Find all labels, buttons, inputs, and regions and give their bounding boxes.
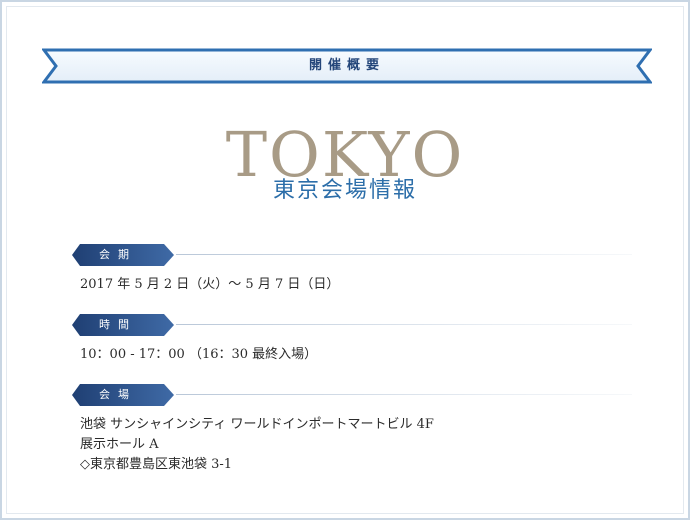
- section-tag-label: 会場: [99, 388, 137, 401]
- hours-text: 10：00 - 17：00 （16：30 最終入場）: [80, 347, 318, 362]
- section-tag-label: 会期: [99, 248, 137, 261]
- section-tag-label: 時間: [99, 318, 137, 331]
- hero-subtitle: 東京会場情報: [272, 178, 417, 203]
- section-hours: 時間 10：00 - 17：00 （16：30 最終入場）: [72, 314, 632, 365]
- section-tag: 会場: [72, 384, 176, 406]
- venue-text: 池袋 サンシャインシティ ワールドインポートマートビル 4F 展示ホール A ◇…: [72, 415, 632, 475]
- section-tag: 会期: [72, 244, 176, 266]
- section-header: 会期: [72, 244, 632, 266]
- banner-title: 開催概要: [308, 58, 385, 73]
- section-dates: 会期 2017 年 5 月 2 日（火）～ 5 月 7 日（日）: [72, 244, 632, 295]
- section-divider: [176, 324, 632, 325]
- venue-address: ◇東京都豊島区東池袋 3-1: [80, 457, 233, 472]
- section-divider: [176, 254, 632, 255]
- section-header: 会場: [72, 384, 632, 406]
- dates-text: 2017 年 5 月 2 日（火）～ 5 月 7 日（日）: [80, 277, 340, 292]
- section-tag: 時間: [72, 314, 176, 336]
- venue-hall: 展示ホール A: [80, 437, 159, 452]
- section-venue: 会場 池袋 サンシャインシティ ワールドインポートマートビル 4F 展示ホール …: [72, 384, 632, 475]
- overview-banner: 開催概要: [42, 48, 652, 84]
- section-divider: [176, 394, 632, 395]
- section-header: 時間: [72, 314, 632, 336]
- venue-name: 池袋 サンシャインシティ ワールドインポートマートビル 4F: [80, 417, 434, 432]
- event-overview-page: 開催概要 TOKYO 東京会場情報 会期 2017 年 5 月 2 日（火）～ …: [0, 0, 690, 520]
